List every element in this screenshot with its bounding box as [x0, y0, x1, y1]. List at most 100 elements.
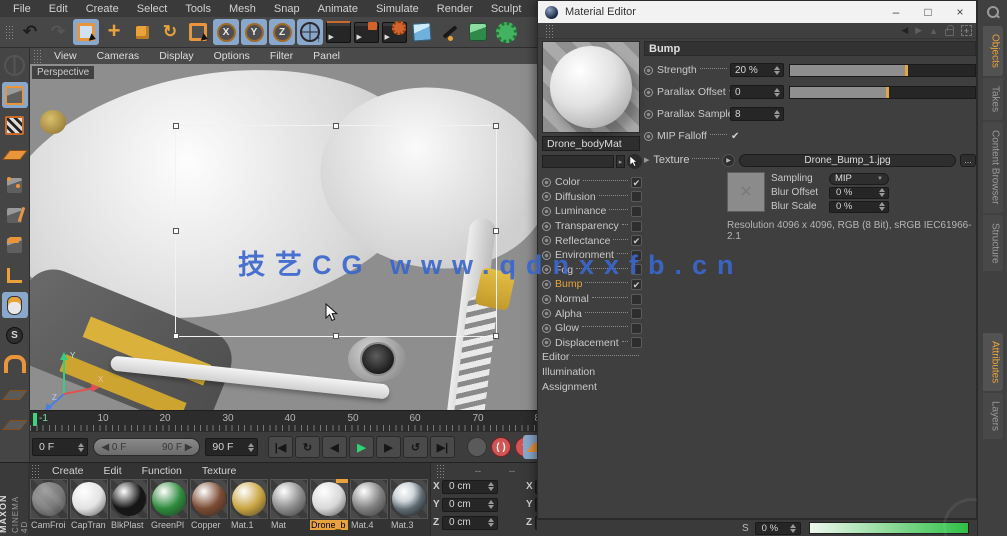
parameter-checkmark[interactable]: ✔: [731, 131, 739, 142]
material-ball-cell[interactable]: [270, 479, 308, 519]
toolbar-button[interactable]: [465, 19, 491, 45]
channel-label[interactable]: Glow: [555, 322, 579, 334]
current-frame-field[interactable]: 0 F: [32, 438, 89, 456]
stepper-icon[interactable]: [772, 86, 781, 98]
up-icon[interactable]: ▲: [929, 26, 938, 36]
stepper-icon[interactable]: [877, 201, 886, 213]
viewport-grip[interactable]: [33, 49, 41, 63]
channel-radio-icon[interactable]: [542, 309, 551, 319]
toolbar-button[interactable]: Z: [269, 19, 295, 45]
transport-button[interactable]: ↺: [403, 436, 428, 458]
forward-icon[interactable]: ▶: [915, 25, 922, 36]
material-ball-cell[interactable]: [350, 479, 388, 519]
back-icon[interactable]: ◀: [901, 25, 908, 36]
stepper-icon[interactable]: [246, 441, 255, 453]
material-ball-cell[interactable]: [110, 479, 148, 519]
material-ball-cell[interactable]: [230, 479, 268, 519]
toolbar-button[interactable]: [297, 19, 323, 45]
channel-radio-icon[interactable]: [542, 338, 551, 348]
channel-row[interactable]: Normal: [542, 292, 642, 307]
key-button[interactable]: [467, 437, 487, 457]
channel-radio-icon[interactable]: [542, 221, 551, 231]
toolbar-button[interactable]: [73, 19, 99, 45]
channel-label[interactable]: Transparency: [555, 220, 619, 232]
menu-item[interactable]: Edit: [40, 3, 77, 15]
viewport-menu-item[interactable]: Options: [204, 50, 260, 62]
marquee-handle[interactable]: [333, 333, 339, 339]
toolbar-grip[interactable]: [5, 25, 13, 39]
transport-button[interactable]: ▶: [349, 436, 374, 458]
close-button[interactable]: ×: [944, 1, 976, 23]
parameter-slider[interactable]: [789, 63, 976, 77]
stepper-icon[interactable]: [76, 441, 85, 453]
parameter-slider[interactable]: [789, 85, 976, 99]
menu-item[interactable]: Create: [77, 3, 128, 15]
material-ball-cell[interactable]: [30, 479, 68, 519]
viewport-menu-item[interactable]: Display: [149, 50, 203, 62]
maximize-button[interactable]: □: [912, 1, 944, 23]
material-thumbnail[interactable]: CapTran: [70, 479, 108, 530]
coordinate-field[interactable]: 0 cm: [442, 515, 498, 530]
marquee-handle[interactable]: [333, 123, 339, 129]
frame-range-slider[interactable]: ◀ 0 F 90 F ▶: [93, 438, 201, 456]
toolbar-button[interactable]: [381, 19, 407, 45]
add-icon[interactable]: +: [961, 25, 972, 36]
channel-checkbox[interactable]: ✔: [631, 176, 642, 188]
stepper-icon[interactable]: [486, 499, 495, 511]
transport-button[interactable]: ◀: [322, 436, 347, 458]
shader-nav-expand-icon[interactable]: ▸: [616, 155, 625, 168]
material-thumbnail[interactable]: GreenPl: [150, 479, 188, 530]
coordinate-field[interactable]: 0 cm: [442, 497, 498, 512]
texture-browse-button[interactable]: ...: [960, 153, 976, 167]
rail-button[interactable]: S: [2, 322, 28, 348]
menu-item[interactable]: Sculpt: [482, 3, 531, 15]
camera-label[interactable]: Perspective: [32, 66, 95, 79]
parameter-value-field[interactable]: 0: [730, 85, 784, 99]
material-name-label[interactable]: CamFroi: [30, 520, 68, 530]
toolbar-button[interactable]: [129, 19, 155, 45]
marquee-handle[interactable]: [493, 333, 499, 339]
channel-label[interactable]: Assignment: [542, 381, 597, 393]
menu-item[interactable]: Snap: [265, 3, 309, 15]
sampling-dropdown[interactable]: MIP ▼: [829, 172, 889, 185]
end-frame-field[interactable]: 90 F: [205, 438, 258, 456]
rail-button[interactable]: [2, 142, 28, 168]
channel-radio-icon[interactable]: [542, 206, 551, 216]
channel-checkbox[interactable]: [631, 337, 642, 349]
channel-label[interactable]: Displacement: [555, 337, 619, 349]
toolbar-button[interactable]: Y: [241, 19, 267, 45]
minimize-button[interactable]: –: [880, 1, 912, 23]
parameter-radio-icon[interactable]: [644, 131, 653, 141]
menu-item[interactable]: Animate: [309, 3, 367, 15]
material-ball-cell[interactable]: [310, 479, 348, 519]
timeline-ruler[interactable]: -1 1020304050607080: [30, 410, 546, 432]
marquee-handle[interactable]: [173, 228, 179, 234]
pick-cursor-icon[interactable]: [627, 154, 642, 169]
rail-button[interactable]: [2, 52, 28, 78]
transport-button[interactable]: ↻: [295, 436, 320, 458]
channel-radio-icon[interactable]: [542, 323, 551, 333]
shader-nav-field[interactable]: [542, 155, 614, 168]
toolbar-button[interactable]: [437, 19, 463, 45]
toolbar-button[interactable]: X: [213, 19, 239, 45]
stepper-icon[interactable]: [486, 481, 495, 493]
marquee-handle[interactable]: [173, 333, 179, 339]
channel-row[interactable]: Color ✔: [542, 175, 642, 190]
parameter-radio-icon[interactable]: [644, 109, 653, 119]
side-tab[interactable]: Layers: [982, 393, 1003, 440]
material-thumbnail[interactable]: Mat.4: [350, 479, 388, 530]
side-tab[interactable]: Attributes: [982, 333, 1003, 392]
viewport-menu-item[interactable]: Cameras: [87, 50, 150, 62]
texture-file-button[interactable]: Drone_Bump_1.jpg: [739, 153, 956, 167]
material-name-label[interactable]: Mat.3: [390, 520, 428, 530]
viewport-menu-item[interactable]: Filter: [260, 50, 303, 62]
channel-label[interactable]: Editor: [542, 351, 569, 363]
stepper-icon[interactable]: [772, 64, 781, 76]
material-menu-item[interactable]: Edit: [94, 465, 132, 477]
stepper-icon[interactable]: [486, 517, 495, 529]
channel-checkbox[interactable]: [631, 293, 642, 305]
key-button[interactable]: ( ): [491, 437, 511, 457]
side-tab[interactable]: Objects: [982, 26, 1003, 76]
lock-icon[interactable]: [945, 24, 954, 36]
menu-item[interactable]: File: [4, 3, 40, 15]
